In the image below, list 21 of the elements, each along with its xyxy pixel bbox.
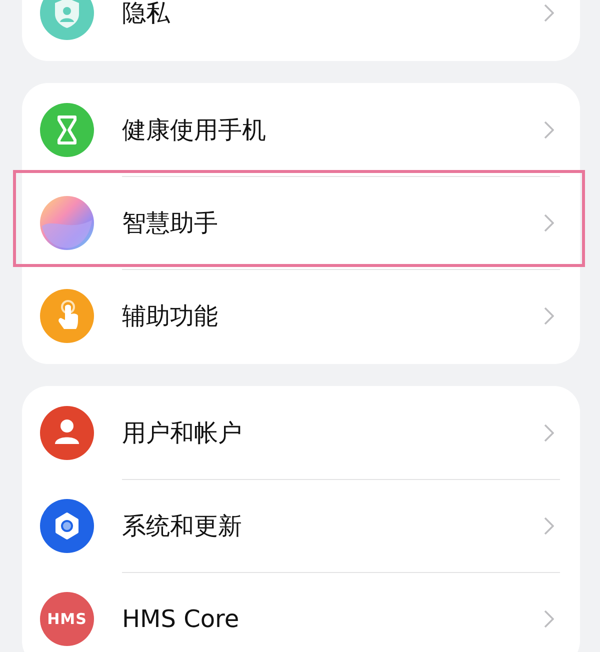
chevron-icon [544,4,554,22]
chevron-icon [544,516,554,534]
hand-tap-icon [40,288,94,342]
settings-item[interactable]: 隐私 [122,0,544,24]
settings-item[interactable]: 系统和更新 [122,514,544,538]
shield-icon [40,0,94,40]
hms-badge: HMS [40,592,94,646]
settings-item[interactable]: HMS Core [122,606,544,630]
hourglass-icon [40,102,94,156]
settings-item[interactable]: 健康使用手机 [122,118,544,142]
chevron-icon [544,424,554,442]
chevron-icon [544,610,554,628]
chevron-icon [544,120,554,138]
settings-item[interactable]: 辅助功能 [122,304,544,328]
settings-item[interactable]: 用户和帐户 [122,420,544,444]
orb-icon [40,196,94,250]
settings-item[interactable]: 智慧助手 [122,210,544,234]
settings-icon [40,498,94,552]
person-icon [40,406,94,460]
chevron-icon [544,306,554,324]
chevron-icon [544,214,554,232]
